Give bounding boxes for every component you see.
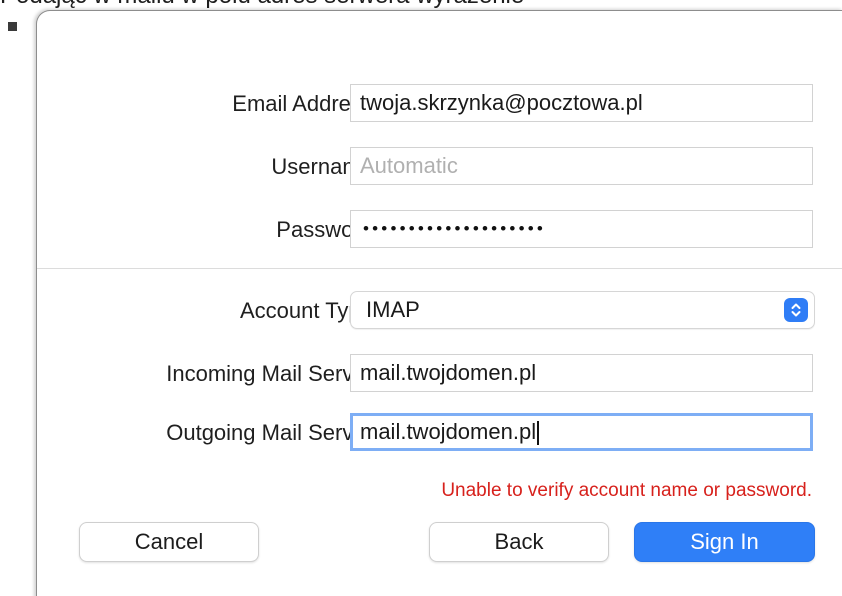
username-field[interactable]: Automatic (350, 147, 813, 185)
account-setup-sheet: Email Address: twoja.skrzynka@pocztowa.p… (36, 10, 842, 596)
outgoing-server-label: Outgoing Mail Server: (166, 420, 379, 445)
page: Podając w mailu w polu adres serwera wyr… (0, 0, 842, 596)
chevron-up-down-icon[interactable] (784, 298, 808, 322)
outgoing-server-row: Outgoing Mail Server: mail.twojdomen.pl (37, 413, 842, 453)
email-field[interactable]: twoja.skrzynka@pocztowa.pl (350, 84, 813, 122)
outgoing-server-value: mail.twojdomen.pl (360, 419, 537, 444)
outgoing-server-field[interactable]: mail.twojdomen.pl (350, 413, 813, 451)
incoming-server-label: Incoming Mail Server: (166, 361, 379, 386)
error-message: Unable to verify account name or passwor… (441, 480, 812, 501)
account-type-value: IMAP (366, 297, 420, 322)
text-caret (537, 421, 540, 446)
cancel-button[interactable]: Cancel (79, 522, 259, 562)
incoming-server-field[interactable]: mail.twojdomen.pl (350, 354, 813, 392)
username-row: Username: Automatic (37, 147, 842, 187)
bullet-square-icon (8, 22, 17, 31)
section-divider (37, 268, 842, 269)
back-button[interactable]: Back (429, 522, 609, 562)
incoming-server-row: Incoming Mail Server: mail.twojdomen.pl (37, 354, 842, 394)
account-type-row: Account Type: IMAP (37, 291, 842, 331)
sign-in-button[interactable]: Sign In (634, 522, 815, 562)
password-row: Password: •••••••••••••••••••• (37, 210, 842, 250)
background-document-text: Podając w mailu w polu adres serwera wyr… (0, 0, 524, 10)
email-row: Email Address: twoja.skrzynka@pocztowa.p… (37, 84, 842, 124)
account-type-select[interactable]: IMAP (350, 291, 815, 329)
password-field[interactable]: •••••••••••••••••••• (350, 210, 813, 248)
